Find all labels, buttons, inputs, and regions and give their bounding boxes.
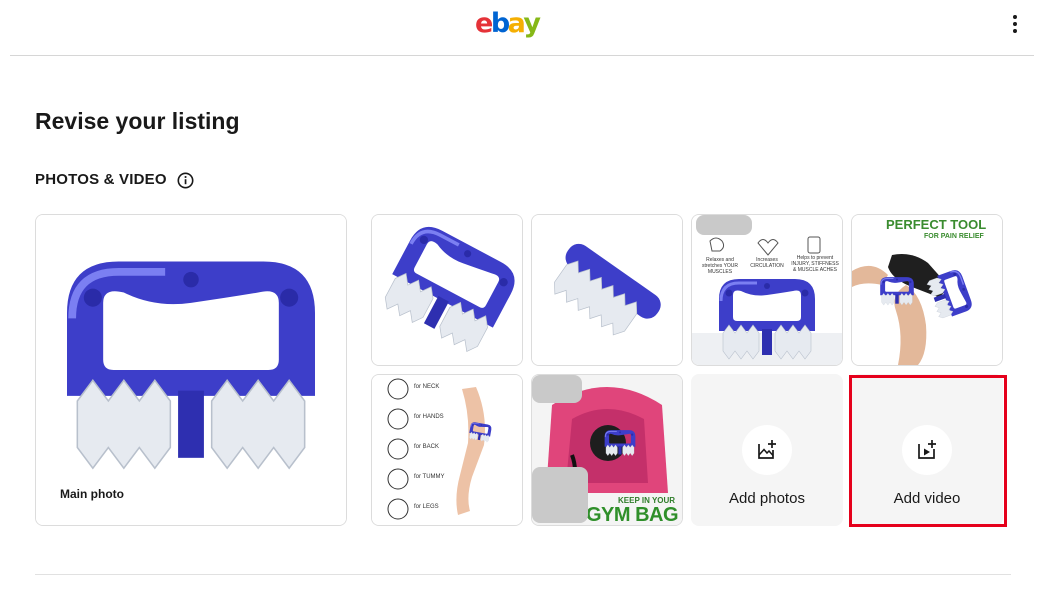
infographic-caption-1: Relaxes and stretches YOUR MUSCLES — [701, 257, 739, 275]
redaction-block — [532, 375, 582, 403]
photo-thumbnail-2[interactable] — [531, 214, 683, 366]
add-video-label: Add video — [893, 490, 961, 507]
add-video-icon — [902, 425, 952, 475]
photo-image-3 — [692, 215, 842, 365]
promo-subline: FOR PAIN RELIEF — [924, 233, 984, 240]
add-photos-button[interactable]: Add photos — [691, 374, 843, 526]
info-icon[interactable] — [177, 172, 194, 189]
infographic-caption-2: Increases CIRCULATION — [750, 257, 784, 269]
section-divider — [35, 574, 1011, 575]
body-area-legs: for LEGS — [414, 504, 439, 510]
photos-video-section-title: PHOTOS & VIDEO — [35, 170, 194, 190]
section-title-text: PHOTOS & VIDEO — [35, 171, 167, 188]
body-area-hands: for HANDS — [414, 414, 444, 420]
redaction-block — [696, 215, 752, 235]
photo-image-5 — [372, 375, 522, 525]
redaction-block — [532, 467, 588, 523]
main-photo-tile[interactable]: Main photo — [35, 214, 347, 526]
add-photos-label: Add photos — [729, 490, 805, 507]
photo-image-2 — [532, 215, 682, 365]
infographic-caption-3: Helps to prevent INJURY, STIFFNESS & MUS… — [791, 255, 839, 273]
add-image-icon — [742, 425, 792, 475]
logo-letter-a: a — [507, 8, 526, 39]
photo-thumbnail-6[interactable]: KEEP IN YOUR GYM BAG — [531, 374, 683, 526]
body-area-neck: for NECK — [414, 384, 440, 390]
main-photo-image — [36, 215, 346, 525]
header-divider — [10, 55, 1034, 56]
promo-headline: PERFECT TOOL — [886, 217, 987, 232]
logo-letter-e: e — [475, 8, 493, 39]
more-vertical-icon[interactable] — [1004, 12, 1026, 36]
logo-letter-b: b — [490, 8, 510, 39]
photo-thumbnail-4[interactable]: PERFECT TOOL FOR PAIN RELIEF — [851, 214, 1003, 366]
logo-letter-y: y — [523, 8, 541, 39]
body-area-tummy: for TUMMY — [414, 474, 445, 480]
photo-image-1 — [372, 215, 522, 365]
photo-thumbnail-5[interactable]: for NECK for HANDS for BACK for TUMMY fo… — [371, 374, 523, 526]
main-photo-label: Main photo — [60, 487, 124, 501]
top-bar: ebay — [0, 0, 1044, 56]
photo-thumbnail-1[interactable] — [371, 214, 523, 366]
gym-bag-headline: GYM BAG — [586, 504, 679, 526]
page-title: Revise your listing — [35, 108, 240, 134]
add-video-button[interactable]: Add video — [851, 374, 1003, 526]
ebay-logo[interactable]: ebay — [475, 7, 541, 41]
photo-thumbnail-3[interactable]: Relaxes and stretches YOUR MUSCLES Incre… — [691, 214, 843, 366]
body-area-back: for BACK — [414, 444, 440, 450]
